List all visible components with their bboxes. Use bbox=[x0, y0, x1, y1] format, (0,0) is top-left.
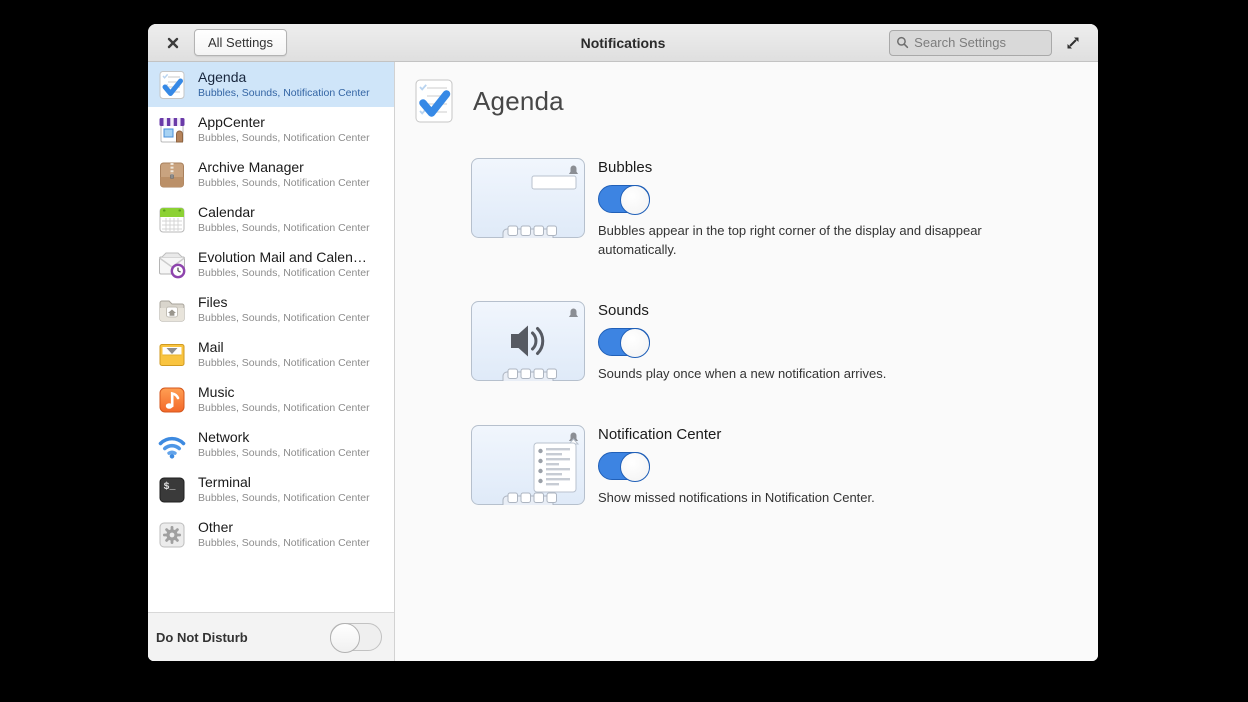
do-not-disturb-row: Do Not Disturb bbox=[148, 612, 394, 661]
sounds-illustration bbox=[471, 300, 585, 381]
titlebar: All Settings Notifications bbox=[148, 24, 1098, 62]
other-app-icon bbox=[159, 522, 185, 547]
appcenter-app-icon bbox=[159, 117, 185, 142]
calendar-app-icon bbox=[159, 207, 185, 232]
sounds-section: Sounds Sounds play once when a new notif… bbox=[470, 300, 1098, 384]
search-input[interactable] bbox=[914, 35, 1045, 50]
app-header: Agenda bbox=[410, 77, 1098, 125]
bubbles-section: Bubbles Bubbles appear in the top right … bbox=[470, 157, 1098, 260]
bubbles-toggle[interactable] bbox=[598, 185, 650, 215]
search-icon bbox=[897, 36, 909, 49]
music-app-icon bbox=[159, 387, 185, 412]
expand-button[interactable] bbox=[1060, 30, 1086, 56]
sidebar-item-label: Network bbox=[198, 429, 250, 446]
sidebar-item-terminal[interactable]: $_ Terminal Bubbles, Sounds, Notificatio… bbox=[148, 467, 394, 512]
files-app-icon bbox=[159, 300, 185, 321]
archive-manager-app-icon bbox=[160, 162, 184, 187]
mail-app-icon bbox=[159, 343, 185, 366]
sidebar-item-subtitle: Bubbles, Sounds, Notification Center bbox=[198, 356, 370, 369]
sidebar-item-label: Other bbox=[198, 519, 234, 536]
sidebar-item-subtitle: Bubbles, Sounds, Notification Center bbox=[198, 86, 370, 99]
agenda-app-icon bbox=[159, 70, 185, 99]
sidebar-item-label: Music bbox=[198, 384, 235, 401]
sidebar-item-calendar[interactable]: Calendar Bubbles, Sounds, Notification C… bbox=[148, 197, 394, 242]
sounds-toggle[interactable] bbox=[598, 327, 650, 358]
sidebar-item-label: Archive Manager bbox=[198, 159, 304, 176]
sidebar-item-label: Evolution Mail and Calen… bbox=[198, 249, 367, 266]
sidebar-item-network[interactable]: Network Bubbles, Sounds, Notification Ce… bbox=[148, 422, 394, 467]
bubbles-description: Bubbles appear in the top right corner o… bbox=[598, 223, 982, 257]
svg-text:$_: $_ bbox=[164, 481, 177, 493]
notification-center-toggle[interactable] bbox=[598, 451, 650, 482]
app-list: Agenda Bubbles, Sounds, Notification Cen… bbox=[148, 62, 394, 612]
sidebar-item-mail[interactable]: Mail Bubbles, Sounds, Notification Cente… bbox=[148, 332, 394, 377]
sidebar-item-subtitle: Bubbles, Sounds, Notification Center bbox=[198, 401, 370, 414]
desktop-background: All Settings Notifications Search Settin… bbox=[0, 0, 1248, 702]
bubbles-illustration bbox=[471, 158, 585, 238]
sidebar-item-label: Files bbox=[198, 294, 228, 311]
sidebar-item-subtitle: Bubbles, Sounds, Notification Center bbox=[198, 131, 370, 144]
agenda-app-icon bbox=[415, 79, 453, 123]
do-not-disturb-toggle[interactable] bbox=[330, 623, 382, 653]
expand-icon bbox=[1067, 37, 1079, 48]
sidebar-item-subtitle: Bubbles, Sounds, Notification Center bbox=[198, 311, 370, 324]
page-title: Agenda bbox=[473, 85, 564, 116]
settings-window: All Settings Notifications Search Settin… bbox=[148, 24, 1098, 661]
sidebar-item-subtitle: Bubbles, Sounds, Notification Center bbox=[198, 536, 370, 549]
close-button[interactable] bbox=[160, 30, 186, 56]
do-not-disturb-label: Do Not Disturb bbox=[156, 629, 248, 645]
notification-center-title: Notification Center bbox=[598, 425, 722, 443]
sidebar-item-appcenter[interactable]: AppCenter Bubbles, Sounds, Notification … bbox=[148, 107, 394, 152]
sidebar-item-label: AppCenter bbox=[198, 114, 265, 131]
sounds-title: Sounds bbox=[598, 301, 649, 319]
evolution-app-icon bbox=[159, 252, 186, 278]
sidebar-item-agenda[interactable]: Agenda Bubbles, Sounds, Notification Cen… bbox=[148, 62, 394, 107]
search-field[interactable] bbox=[889, 29, 1052, 56]
sounds-description: Sounds play once when a new notification… bbox=[598, 365, 887, 381]
close-icon bbox=[167, 37, 179, 48]
terminal-app-icon: $_ bbox=[159, 477, 185, 502]
bubbles-title: Bubbles bbox=[598, 159, 653, 176]
sidebar-item-subtitle: Bubbles, Sounds, Notification Center bbox=[198, 446, 370, 459]
sidebar-item-label: Calendar bbox=[198, 204, 255, 221]
sidebar-item-subtitle: Bubbles, Sounds, Notification Center bbox=[198, 221, 370, 234]
sidebar-item-subtitle: Bubbles, Sounds, Notification Center bbox=[198, 176, 370, 189]
sidebar-item-label: Agenda bbox=[198, 69, 247, 86]
notifications-panel: Agenda Bubbles Bubbles appear in the top… bbox=[395, 62, 1098, 661]
notification-center-illustration bbox=[471, 424, 585, 505]
app-sidebar: Agenda Bubbles, Sounds, Notification Cen… bbox=[148, 62, 395, 661]
sidebar-item-label: Terminal bbox=[198, 474, 251, 491]
all-settings-button[interactable]: All Settings bbox=[194, 29, 288, 56]
sidebar-item-music[interactable]: Music Bubbles, Sounds, Notification Cent… bbox=[148, 377, 394, 422]
sidebar-item-archive-manager[interactable]: Archive Manager Bubbles, Sounds, Notific… bbox=[148, 152, 394, 197]
sidebar-item-other[interactable]: Other Bubbles, Sounds, Notification Cent… bbox=[148, 512, 394, 557]
sidebar-item-files[interactable]: Files Bubbles, Sounds, Notification Cent… bbox=[148, 287, 394, 332]
sidebar-item-evolution[interactable]: Evolution Mail and Calen… Bubbles, Sound… bbox=[148, 242, 394, 287]
sidebar-item-subtitle: Bubbles, Sounds, Notification Center bbox=[198, 266, 370, 279]
notification-center-section: Notification Center Show missed notifica… bbox=[470, 424, 1098, 508]
sidebar-item-label: Mail bbox=[198, 339, 224, 356]
sidebar-item-subtitle: Bubbles, Sounds, Notification Center bbox=[198, 491, 370, 504]
network-app-icon bbox=[158, 436, 186, 459]
notification-center-description: Show missed notifications in Notificatio… bbox=[598, 489, 875, 505]
